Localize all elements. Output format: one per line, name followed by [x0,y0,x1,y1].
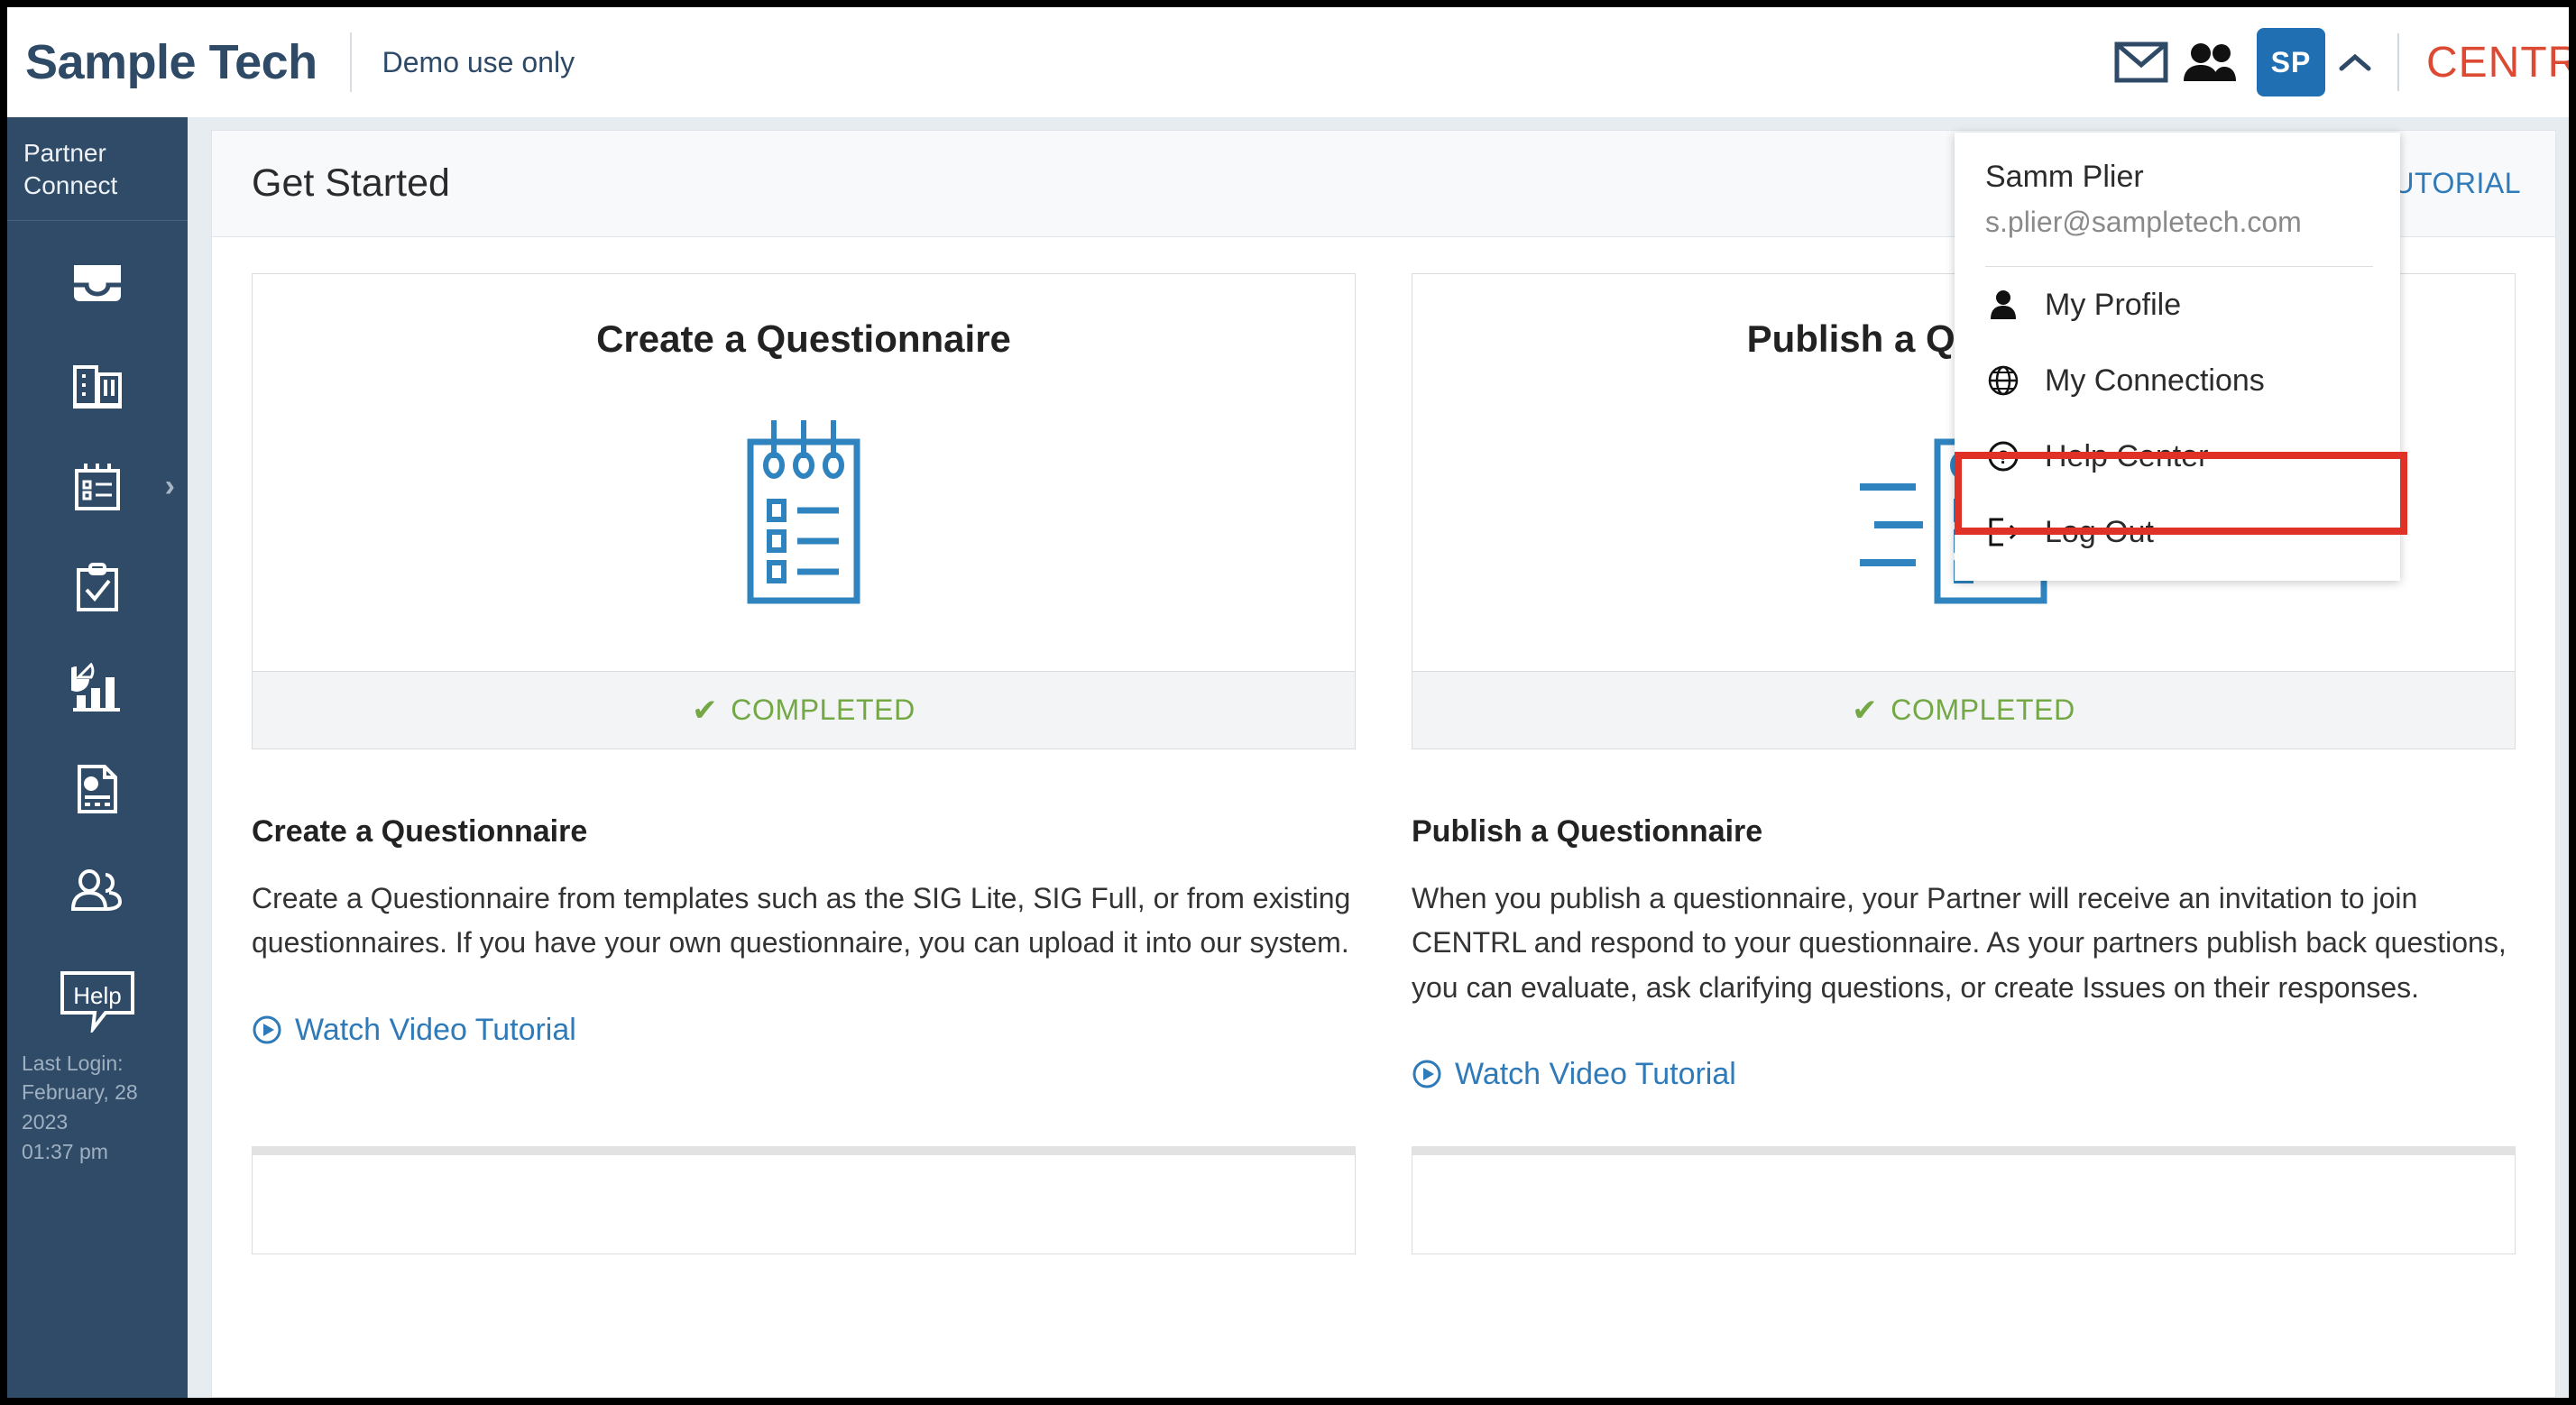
avatar[interactable]: SP [2256,28,2325,96]
demo-notice: Demo use only [382,45,575,78]
menu-item-label: My Profile [2045,287,2182,322]
sidebar-title: Partner Connect [7,117,188,221]
section-heading: Create a Questionnaire [252,814,588,849]
sidebar-item-reports[interactable] [7,739,188,840]
user-dropdown-menu: Samm Plier s.plier@sampletech.com My Pro… [1955,133,2400,581]
brand-title: Sample Tech [25,35,317,89]
chevron-right-icon[interactable]: › [165,471,175,501]
sidebar-item-analytics[interactable] [7,638,188,739]
section-body: When you publish a questionnaire, your P… [1412,882,2507,1004]
check-icon: ✔ [1852,693,1879,728]
last-login-label: Last Login: [22,1051,124,1075]
card-placeholder[interactable] [252,1145,1356,1254]
card-status: ✔ COMPLETED [253,671,1355,748]
left-sidebar: Partner Connect › Help Last Login: Febru… [7,117,188,1398]
sidebar-item-assessments[interactable] [7,537,188,638]
dropdown-user-info: Samm Plier s.plier@sampletech.com [1955,133,2400,259]
section-heading: Publish a Questionnaire [1412,814,1763,849]
next-cards-row [252,1145,2516,1254]
card-create-questionnaire[interactable]: Create a Questionnaire ✔ COMPLETED [252,273,1356,749]
user-icon [1985,289,2021,320]
application-window: Sample Tech Demo use only SP CENTR Partn… [7,7,2569,1398]
menu-item-log-out[interactable]: Log Out [1955,494,2400,570]
sidebar-nav: › Help Last Login: February, 28 2023 01:… [7,221,188,1167]
last-login-time: 01:37 pm [22,1139,108,1163]
last-login-date: February, 28 2023 [22,1080,138,1134]
card-status: ✔ COMPLETED [1412,671,2515,748]
product-logo: CENTRL [2425,38,2569,87]
menu-item-label: My Connections [2045,363,2265,398]
questionnaire-notepad-icon [253,361,1355,671]
sidebar-item-inbox[interactable] [7,234,188,335]
section-body: Create a Questionnaire from templates su… [252,882,1351,960]
play-circle-icon [253,1015,281,1044]
dropdown-user-name: Samm Plier [1985,160,2144,194]
card-title: Create a Questionnaire [596,317,1011,360]
section-publish-questionnaire: Publish a Questionnaire When you publish… [1412,814,2516,1092]
watch-video-tutorial-link[interactable]: Watch Video Tutorial [1412,1057,2516,1092]
inbox-icon [74,264,121,301]
chevron-up-icon[interactable] [2334,35,2376,89]
mail-icon[interactable] [2107,28,2176,96]
tutorial-link-label: Watch Video Tutorial [1455,1056,1736,1091]
card-status-label: COMPLETED [731,693,915,726]
menu-item-label: Help Center [2045,438,2209,473]
question-circle-icon: ? [1985,440,2021,473]
menu-item-my-profile[interactable]: My Profile [1955,267,2400,343]
top-header-bar: Sample Tech Demo use only SP CENTR [7,7,2569,117]
page-title: Get Started [252,161,450,205]
tutorial-link-label: Watch Video Tutorial [295,1012,576,1047]
header-actions: SP CENTRL [2107,7,2569,117]
help-button[interactable]: Help [59,969,136,1035]
users-icon [70,868,123,911]
dropdown-user-email: s.plier@sampletech.com [1985,206,2302,238]
card-top: Create a Questionnaire [253,274,1355,671]
menu-item-help-center[interactable]: ? Help Center [1955,418,2400,494]
menu-item-label: Log Out [2045,514,2154,549]
analytics-icon [71,662,120,712]
play-circle-icon [1412,1060,1441,1088]
help-label: Help [73,982,121,1009]
sidebar-item-organizations[interactable] [7,335,188,436]
header-divider-2 [2397,33,2399,91]
sidebar-item-questionnaires[interactable]: › [7,436,188,537]
svg-text:?: ? [1998,447,2010,468]
last-login-info: Last Login: February, 28 2023 01:37 pm [7,1033,188,1167]
card-placeholder[interactable] [1412,1145,2516,1254]
questionnaire-icon [75,463,120,510]
card-status-label: COMPLETED [1891,693,2075,726]
people-icon[interactable] [2176,28,2244,96]
sidebar-item-users[interactable] [7,840,188,941]
buildings-icon [73,364,122,409]
clipboard-check-icon [77,562,118,611]
globe-icon [1985,365,2021,396]
check-icon: ✔ [692,693,719,728]
section-create-questionnaire: Create a Questionnaire Create a Question… [252,814,1356,1092]
menu-item-my-connections[interactable]: My Connections [1955,343,2400,418]
watch-video-tutorial-link[interactable]: Watch Video Tutorial [252,1013,1356,1048]
header-divider [349,32,352,92]
logout-icon [1985,517,2021,547]
description-sections: Create a Questionnaire Create a Question… [252,814,2516,1092]
report-icon [78,764,117,813]
